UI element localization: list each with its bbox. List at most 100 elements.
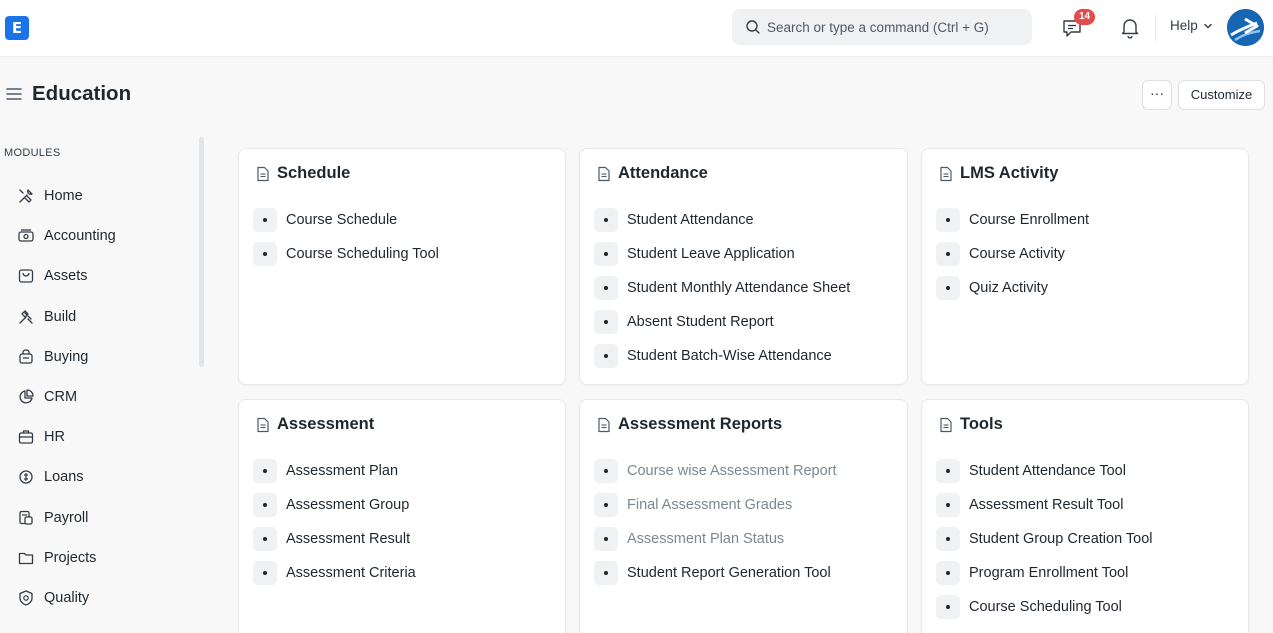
- sidebar-item-loans[interactable]: Loans: [8, 457, 193, 497]
- card-link[interactable]: Student Report Generation Tool: [594, 556, 897, 590]
- hammer-icon: [17, 308, 35, 326]
- search-bar[interactable]: [732, 9, 1032, 45]
- app-logo[interactable]: E: [5, 16, 29, 40]
- avatar-logo-icon: [1227, 9, 1264, 46]
- card-header: Assessment: [256, 415, 374, 434]
- card-title: Attendance: [618, 164, 708, 182]
- customize-button[interactable]: Customize: [1178, 80, 1265, 110]
- link-label: Assessment Result: [286, 531, 411, 547]
- chart-icon: [17, 388, 35, 406]
- document-icon: [598, 166, 610, 181]
- card-link[interactable]: Assessment Plan: [253, 454, 555, 488]
- sidebar-item-label: CRM: [44, 389, 78, 406]
- card-link[interactable]: Course Schedule: [253, 203, 555, 237]
- card-header: Schedule: [256, 164, 350, 183]
- card-link[interactable]: Assessment Group: [253, 488, 555, 522]
- card-link[interactable]: Assessment Result Tool: [936, 488, 1238, 522]
- sidebar-item-crm[interactable]: CRM: [8, 377, 193, 417]
- bullet-icon: [936, 459, 960, 483]
- card-link[interactable]: Student Monthly Attendance Sheet: [594, 271, 897, 305]
- bullet-icon: [253, 459, 277, 483]
- card-link[interactable]: Student Leave Application: [594, 237, 897, 271]
- sidebar-section-label: MODULES: [4, 147, 61, 159]
- card-links: Course Enrollment Course Activity Quiz A…: [936, 203, 1238, 305]
- card-link[interactable]: Program Enrollment Tool: [936, 556, 1238, 590]
- card-assessment: Assessment Assessment Plan Assessment Gr…: [238, 399, 566, 633]
- card-link[interactable]: Student Batch-Wise Attendance: [594, 339, 897, 373]
- card-link[interactable]: Assessment Result: [253, 522, 555, 556]
- card-link[interactable]: Absent Student Report: [594, 305, 897, 339]
- link-label: Course Schedule: [286, 212, 398, 228]
- card-link[interactable]: Course Scheduling Tool: [936, 590, 1238, 624]
- sidebar-item-build[interactable]: Build: [8, 297, 193, 337]
- link-label: Student Report Generation Tool: [627, 565, 831, 581]
- document-icon: [940, 417, 952, 432]
- more-actions-button[interactable]: ···: [1142, 80, 1172, 110]
- sidebar-list: Home Accounting Assets Build Buying CRM: [8, 176, 193, 618]
- link-label: Course wise Assessment Report: [627, 463, 837, 479]
- help-label: Help: [1170, 18, 1198, 33]
- card-links: Student Attendance Tool Assessment Resul…: [936, 454, 1238, 624]
- bullet-icon: [936, 208, 960, 232]
- bullet-icon: [253, 242, 277, 266]
- chevron-down-icon: [1204, 23, 1212, 28]
- card-links: Assessment Plan Assessment Group Assessm…: [253, 454, 555, 590]
- card-links: Course Schedule Course Scheduling Tool: [253, 203, 555, 271]
- sidebar-item-quality[interactable]: Quality: [8, 578, 193, 618]
- sidebar-item-assets[interactable]: Assets: [8, 256, 193, 296]
- money-icon: [17, 227, 35, 245]
- card-link[interactable]: Student Group Creation Tool: [936, 522, 1238, 556]
- bullet-icon: [936, 276, 960, 300]
- navbar-divider: [1155, 15, 1156, 41]
- bag-icon: [17, 267, 35, 285]
- card-title: Tools: [960, 415, 1003, 433]
- page-title: Education: [32, 82, 132, 105]
- link-label: Quiz Activity: [969, 280, 1048, 296]
- card-link[interactable]: Assessment Criteria: [253, 556, 555, 590]
- card-link[interactable]: Course Enrollment: [936, 203, 1238, 237]
- bullet-icon: [936, 493, 960, 517]
- link-label: Student Attendance Tool: [969, 463, 1126, 479]
- search-input[interactable]: [767, 9, 1027, 45]
- card-link[interactable]: Course Activity: [936, 237, 1238, 271]
- card-assessment-reports: Assessment Reports Course wise Assessmen…: [579, 399, 908, 633]
- card-links: Student Attendance Student Leave Applica…: [594, 203, 897, 373]
- link-label: Student Batch-Wise Attendance: [627, 348, 832, 364]
- bullet-icon: [594, 561, 618, 585]
- bullet-icon: [594, 208, 618, 232]
- card-lms-activity: LMS Activity Course Enrollment Course Ac…: [921, 148, 1249, 385]
- card-link[interactable]: Student Attendance Tool: [936, 454, 1238, 488]
- card-link[interactable]: Assessment Plan Status: [594, 522, 897, 556]
- link-label: Course Scheduling Tool: [286, 246, 439, 262]
- navbar: E 14 Help: [0, 0, 1273, 57]
- card-header: Attendance: [597, 164, 708, 183]
- sidebar-toggle-icon[interactable]: [6, 87, 22, 101]
- bullet-icon: [253, 561, 277, 585]
- bullet-icon: [936, 595, 960, 619]
- folder-icon: [17, 549, 35, 567]
- card-link[interactable]: Course wise Assessment Report: [594, 454, 897, 488]
- sidebar-item-home[interactable]: Home: [8, 176, 193, 216]
- sidebar-item-projects[interactable]: Projects: [8, 538, 193, 578]
- card-tools: Tools Student Attendance Tool Assessment…: [921, 399, 1249, 633]
- user-avatar[interactable]: [1227, 9, 1264, 46]
- card-link[interactable]: Final Assessment Grades: [594, 488, 897, 522]
- card-header: Assessment Reports: [597, 415, 782, 434]
- document-icon: [257, 417, 269, 432]
- bullet-icon: [936, 527, 960, 551]
- bell-icon[interactable]: [1120, 17, 1140, 39]
- sidebar-item-accounting[interactable]: Accounting: [8, 216, 193, 256]
- sidebar-item-label: Home: [44, 188, 83, 205]
- card-link[interactable]: Course Scheduling Tool: [253, 237, 555, 271]
- bullet-icon: [253, 208, 277, 232]
- card-link[interactable]: Student Attendance: [594, 203, 897, 237]
- sidebar-scrollbar[interactable]: [199, 137, 204, 367]
- help-dropdown[interactable]: Help: [1170, 18, 1213, 33]
- card-link[interactable]: Quiz Activity: [936, 271, 1238, 305]
- basket-icon: [17, 348, 35, 366]
- link-label: Assessment Result Tool: [969, 497, 1124, 513]
- sidebar-item-buying[interactable]: Buying: [8, 337, 193, 377]
- link-label: Student Leave Application: [627, 246, 795, 262]
- sidebar-item-payroll[interactable]: Payroll: [8, 498, 193, 538]
- sidebar-item-hr[interactable]: HR: [8, 417, 193, 457]
